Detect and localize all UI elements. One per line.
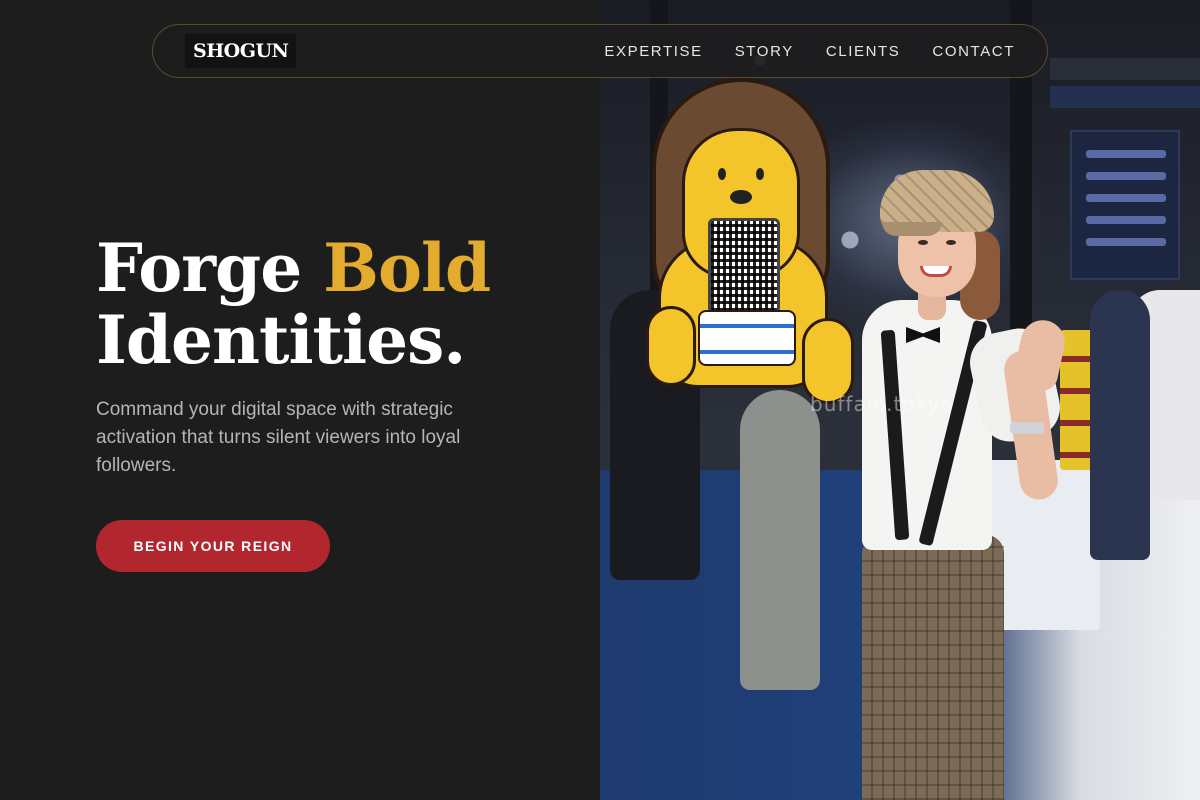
booth-sign xyxy=(1070,130,1180,280)
hall-sign xyxy=(1050,58,1200,80)
mascot-eye xyxy=(718,168,726,180)
hero-title: Forge Bold Identities. xyxy=(96,229,491,379)
mascot-paw xyxy=(646,306,696,386)
woman-eye xyxy=(918,240,928,245)
nav-link-clients[interactable]: CLIENTS xyxy=(826,43,901,60)
mascot-sign-lettering xyxy=(698,310,796,366)
lion-mascot-sign xyxy=(646,78,858,404)
crowd-person xyxy=(740,390,820,690)
brand-logo[interactable]: SHOGUN xyxy=(185,34,297,68)
cap-brim xyxy=(882,222,942,236)
nav-link-story[interactable]: STORY xyxy=(735,43,794,60)
hero-subtitle: Command your digital space with strategi… xyxy=(96,399,461,476)
hero-photo: buffalo.tokyo xyxy=(600,0,1200,800)
begin-your-reign-button[interactable]: BEGIN YOUR REIGN xyxy=(96,520,330,572)
nav-link-contact[interactable]: CONTACT xyxy=(932,43,1015,60)
crowd-person xyxy=(1090,290,1150,560)
photo-watermark: buffalo.tokyo xyxy=(810,392,954,416)
nav-links: EXPERTISE STORY CLIENTS CONTACT xyxy=(604,43,1015,60)
woman-eye xyxy=(946,240,956,245)
mascot-nose xyxy=(730,190,752,204)
woman-trousers xyxy=(862,535,1004,800)
mascot-eye xyxy=(756,168,764,180)
hero-title-plain: Forge xyxy=(96,229,324,307)
wrist-watch xyxy=(1010,422,1044,434)
hero-title-accent: Bold xyxy=(323,229,491,307)
hero-title-line2: Identities. xyxy=(96,301,466,379)
top-navbar: SHOGUN EXPERTISE STORY CLIENTS CONTACT xyxy=(152,24,1048,78)
hall-sign xyxy=(1050,86,1200,108)
nav-link-expertise[interactable]: EXPERTISE xyxy=(604,43,702,60)
qr-code-icon xyxy=(708,218,780,314)
